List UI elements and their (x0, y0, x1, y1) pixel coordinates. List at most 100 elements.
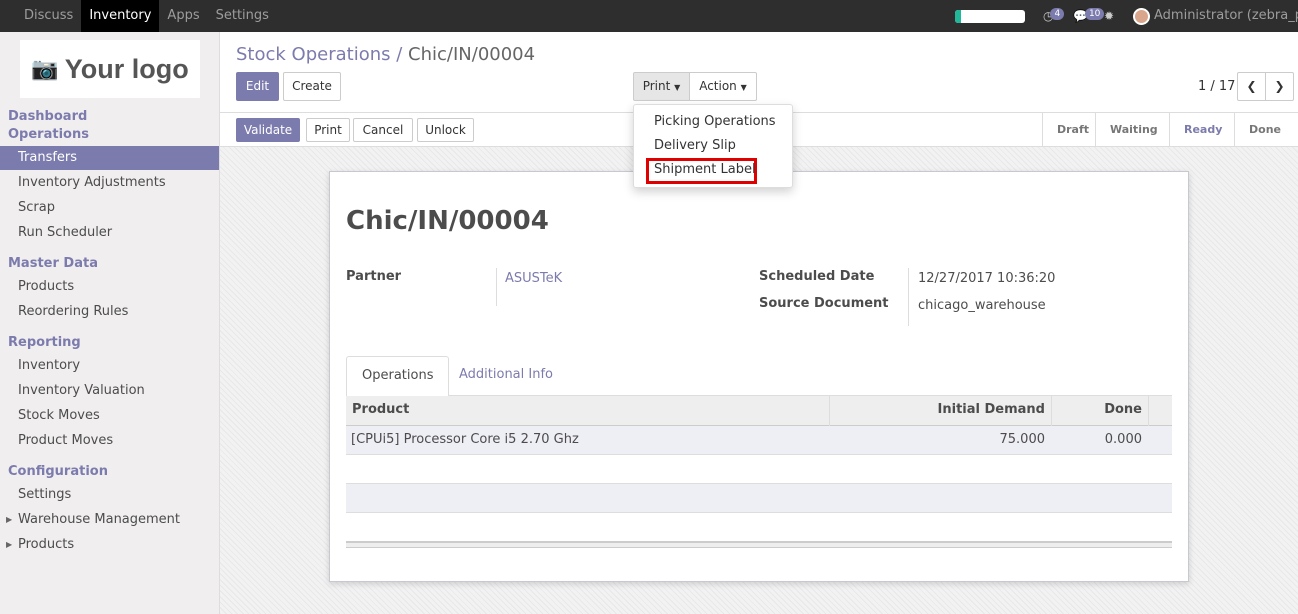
sidebar-section-master-data[interactable]: Master Data (8, 255, 98, 273)
company-logo[interactable]: 📷 Your logo (20, 40, 200, 98)
caret-right-icon: ▶ (6, 515, 13, 524)
column-initial-demand[interactable]: Initial Demand (830, 396, 1045, 426)
sidebar-section-dashboard[interactable]: Dashboard (8, 108, 87, 126)
menu-item-picking-operations[interactable]: Picking Operations (654, 113, 776, 131)
progress-fill (955, 10, 961, 23)
caret-right-icon: ▶ (6, 540, 13, 549)
sidebar-item-product-moves[interactable]: Product Moves (0, 429, 219, 453)
sidebar-item-config-products[interactable]: ▶ Products (0, 533, 219, 557)
table-header: Product Initial Demand Done (346, 396, 1172, 426)
user-menu[interactable]: Administrator (zebra_pr... (1133, 0, 1298, 32)
cell-initial-demand: 75.000 (999, 432, 1046, 447)
breadcrumb: Stock Operations / Chic/IN/00004 (236, 44, 535, 65)
sidebar-section-operations[interactable]: Operations (8, 126, 89, 144)
source-document-label: Source Document (759, 296, 889, 311)
field-divider (496, 268, 497, 306)
edit-button[interactable]: Edit (236, 72, 279, 101)
menu-item-delivery-slip[interactable]: Delivery Slip (654, 137, 736, 155)
print-dropdown-button[interactable]: Print ▼ (633, 72, 690, 101)
table-empty-row (346, 455, 1172, 484)
camera-icon: 📷 (31, 56, 59, 81)
cancel-button[interactable]: Cancel (353, 118, 413, 142)
sidebar-item-stock-moves[interactable]: Stock Moves (0, 404, 219, 428)
chevron-left-icon: ❮ (1246, 79, 1257, 93)
sidebar-item-warehouse-management[interactable]: ▶ Warehouse Management (0, 508, 219, 532)
stage-waiting[interactable]: Waiting (1096, 113, 1170, 146)
messages-count-badge: 10 (1084, 8, 1105, 20)
table-empty-row (346, 484, 1172, 513)
breadcrumb-parent[interactable]: Stock Operations (236, 44, 391, 65)
activity-indicator[interactable]: ◷4 (1043, 8, 1065, 24)
onboarding-progress-bar[interactable] (955, 10, 1025, 23)
sidebar-item-transfers[interactable]: Transfers (0, 146, 219, 170)
print-label: Print (642, 79, 671, 93)
breadcrumb-separator: / (396, 44, 403, 65)
table-footer (346, 541, 1172, 548)
app-menu: Discuss Inventory Apps Settings (16, 0, 277, 32)
logo-text: Your logo (64, 53, 189, 84)
breadcrumb-current: Chic/IN/00004 (408, 44, 536, 65)
partner-value[interactable]: ASUSTeK (505, 271, 562, 286)
action-label: Action (699, 79, 737, 93)
sidebar-item-label: Products (18, 537, 75, 552)
sidebar: 📷 Your logo Dashboard Operations Transfer… (0, 32, 220, 614)
sidebar-section-configuration[interactable]: Configuration (8, 463, 108, 481)
caret-down-icon: ▼ (674, 83, 681, 92)
cell-done: 0.000 (1104, 432, 1142, 447)
scheduled-date-label: Scheduled Date (759, 269, 875, 284)
scheduled-date-value: 12/27/2017 10:36:20 (918, 271, 1056, 286)
pager-value[interactable]: 1 / 17 (1198, 79, 1235, 94)
stage-ready[interactable]: Ready (1170, 113, 1235, 146)
partner-label: Partner (346, 269, 402, 284)
status-stages: Draft Waiting Ready Done (1042, 113, 1297, 146)
print-button[interactable]: Print (306, 118, 350, 142)
table-row[interactable]: [CPUi5] Processor Core i5 2.70 Ghz 75.00… (346, 426, 1172, 455)
sidebar-item-products[interactable]: Products (0, 275, 219, 299)
chevron-right-icon: ❯ (1274, 79, 1285, 93)
caret-down-icon: ▼ (740, 83, 747, 92)
sidebar-item-scrap[interactable]: Scrap (0, 196, 219, 220)
top-navbar: Discuss Inventory Apps Settings ◷4 💬10 ✹… (0, 0, 1298, 32)
sidebar-item-run-scheduler[interactable]: Run Scheduler (0, 221, 219, 245)
column-divider (1148, 396, 1149, 426)
sidebar-item-reordering-rules[interactable]: Reordering Rules (0, 300, 219, 324)
table-empty-row (346, 513, 1172, 542)
avatar (1133, 7, 1150, 25)
sidebar-item-inventory[interactable]: Inventory (0, 354, 219, 378)
print-dropdown-menu: Picking Operations Delivery Slip Shipmen… (633, 104, 793, 188)
create-button[interactable]: Create (283, 72, 341, 101)
control-panel: Stock Operations / Chic/IN/00004 Edit Cr… (220, 32, 1298, 113)
menu-apps[interactable]: Apps (159, 0, 207, 32)
messages-indicator[interactable]: 💬10 (1073, 8, 1105, 24)
pager-next-button[interactable]: ❯ (1265, 72, 1294, 101)
sidebar-item-inventory-valuation[interactable]: Inventory Valuation (0, 379, 219, 403)
source-document-value: chicago_warehouse (918, 298, 1046, 313)
unlock-button[interactable]: Unlock (417, 118, 474, 142)
menu-settings[interactable]: Settings (208, 0, 277, 32)
form-view: Chic/IN/00004 Partner ASUSTeK Scheduled … (220, 147, 1298, 614)
activity-count-badge: 4 (1050, 8, 1065, 20)
menu-inventory[interactable]: Inventory (81, 0, 160, 32)
debug-bug-icon[interactable]: ✹ (1104, 8, 1114, 24)
sidebar-item-settings[interactable]: Settings (0, 483, 219, 507)
cell-product: [CPUi5] Processor Core i5 2.70 Ghz (351, 432, 579, 447)
column-done[interactable]: Done (1052, 396, 1142, 426)
column-product[interactable]: Product (352, 396, 409, 426)
stage-draft[interactable]: Draft (1043, 113, 1096, 146)
stage-done[interactable]: Done (1235, 113, 1297, 146)
record-title: Chic/IN/00004 (346, 206, 549, 236)
pager-previous-button[interactable]: ❮ (1237, 72, 1266, 101)
tab-operations[interactable]: Operations (346, 356, 450, 397)
action-dropdown-button[interactable]: Action ▼ (689, 72, 757, 101)
sidebar-item-inventory-adjustments[interactable]: Inventory Adjustments (0, 171, 219, 195)
validate-button[interactable]: Validate (236, 118, 300, 142)
sidebar-section-reporting[interactable]: Reporting (8, 334, 81, 352)
user-name: Administrator (zebra_pr... (1154, 8, 1298, 23)
menu-item-shipment-label[interactable]: Shipment Label (654, 161, 756, 179)
menu-discuss[interactable]: Discuss (16, 0, 81, 32)
sidebar-item-label: Warehouse Management (18, 512, 181, 527)
tab-additional-info[interactable]: Additional Info (444, 356, 568, 396)
form-sheet: Chic/IN/00004 Partner ASUSTeK Scheduled … (329, 171, 1189, 582)
field-divider (908, 268, 909, 326)
notebook-tabs: Operations Additional Info (346, 356, 1172, 397)
